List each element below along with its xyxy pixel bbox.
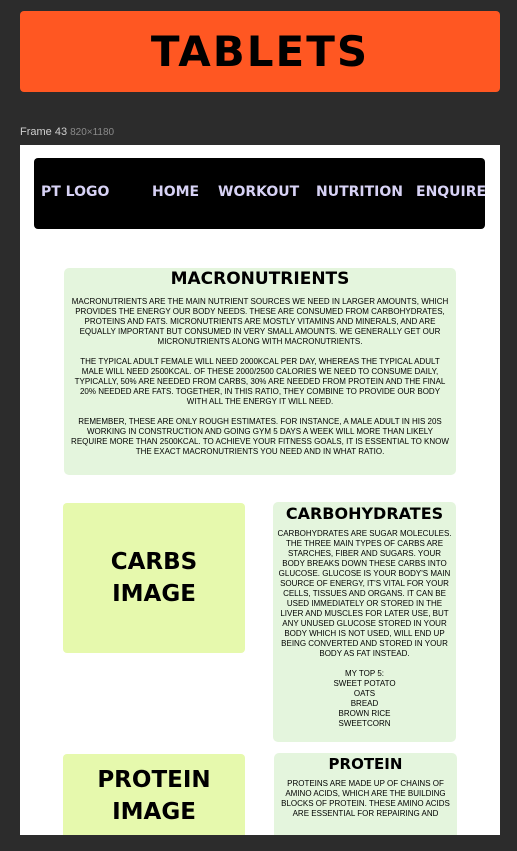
- frame-canvas: PT LOGO HOME WORKOUT NUTRITION ENQUIRE M…: [20, 145, 500, 835]
- carbs-top5-item: Brown Rice: [338, 709, 391, 718]
- macronutrients-paragraph-2: The typical adult female will need 2000k…: [74, 357, 446, 406]
- carbs-top5-item: Sweetcorn: [338, 719, 391, 728]
- carbs-top5-item: Oats: [353, 689, 376, 698]
- logo[interactable]: PT LOGO: [41, 184, 109, 200]
- protein-image-placeholder: PROTEIN IMAGE: [63, 754, 245, 835]
- carbs-image-placeholder: CARBS IMAGE: [63, 503, 245, 653]
- macronutrients-paragraph-3: Remember, these are only rough estimates…: [71, 417, 449, 456]
- carbohydrates-text: Carbohydrates are sugar molecules. The t…: [277, 529, 452, 658]
- frame-label[interactable]: Frame 43 820×1180: [20, 126, 114, 138]
- macronutrients-paragraph-1: Macronutrients are the main nutrient sou…: [71, 297, 449, 346]
- protein-text: Proteins are made up of chains of amino …: [281, 779, 450, 818]
- protein-heading: PROTEIN: [328, 755, 403, 773]
- protein-card: PROTEIN Proteins are made up of chains o…: [274, 753, 457, 835]
- carbs-image-label: CARBS IMAGE: [110, 549, 198, 607]
- title-banner: TABLETS: [20, 11, 500, 92]
- carbs-top5-title: My top 5:: [345, 669, 384, 678]
- banner-title: TABLETS: [150, 27, 370, 76]
- macronutrients-heading: MACRONUTRIENTS: [170, 269, 350, 289]
- macronutrients-card: MACRONUTRIENTS Macronutrients are the ma…: [64, 268, 456, 475]
- nav-item-enquire[interactable]: ENQUIRE: [416, 184, 486, 200]
- carbohydrates-card: CARBOHYDRATES Carbohydrates are sugar mo…: [273, 502, 456, 742]
- nav-item-nutrition[interactable]: NUTRITION: [316, 184, 403, 200]
- carbohydrates-heading: CARBOHYDRATES: [285, 504, 444, 523]
- frame-name: Frame 43: [20, 126, 68, 138]
- nav-item-home[interactable]: HOME: [152, 184, 199, 200]
- carbs-top5-item: Bread: [350, 699, 379, 708]
- carbs-top5-item: Sweet Potato: [333, 679, 396, 688]
- nav-bar: PT LOGO HOME WORKOUT NUTRITION ENQUIRE: [34, 158, 486, 229]
- protein-image-label: PROTEIN IMAGE: [97, 767, 211, 825]
- frame-dimensions: 820×1180: [70, 127, 115, 138]
- nav-item-workout[interactable]: WORKOUT: [218, 184, 299, 200]
